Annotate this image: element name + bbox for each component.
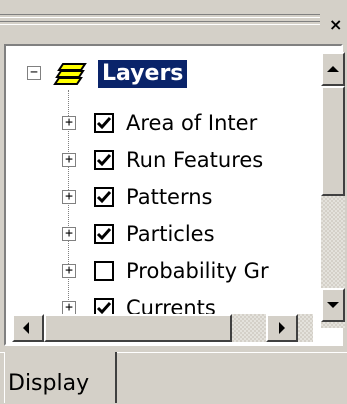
scroll-down-button[interactable]: [321, 288, 345, 322]
layers-tree-panel: − Layers + Area of Inter + Run Features + Pat…: [4, 44, 343, 346]
arrow-up-icon: [327, 66, 339, 72]
expand-icon: +: [65, 226, 73, 241]
layers-stack-icon: [51, 58, 87, 88]
checkmark-icon: [96, 228, 112, 241]
layer-label[interactable]: Area of Inter: [126, 110, 257, 136]
layer-visibility-checkbox[interactable]: [94, 187, 114, 207]
tab-display-label: Display: [8, 371, 90, 396]
expand-icon: +: [65, 115, 73, 130]
arrow-right-icon: [279, 322, 285, 334]
collapse-icon: −: [30, 65, 38, 80]
horizontal-scrollbar[interactable]: [12, 314, 313, 342]
layer-visibility-checkbox[interactable]: [94, 224, 114, 244]
layer-label[interactable]: Run Features: [126, 147, 263, 173]
layer-label[interactable]: Probability Gr: [126, 258, 269, 284]
layer-expand-toggle[interactable]: +: [62, 264, 76, 278]
checkmark-icon: [96, 154, 112, 167]
layer-label[interactable]: Particles: [126, 221, 215, 247]
scroll-right-button[interactable]: [266, 314, 298, 342]
horizontal-scroll-thumb[interactable]: [44, 314, 232, 342]
grip-line-bottom: [0, 21, 320, 25]
expand-icon: +: [65, 152, 73, 167]
vertical-scrollbar[interactable]: [321, 52, 345, 328]
expand-icon: +: [65, 189, 73, 204]
layer-expand-toggle[interactable]: +: [62, 116, 76, 130]
layer-expand-toggle[interactable]: +: [62, 301, 76, 315]
layer-expand-toggle[interactable]: +: [62, 153, 76, 167]
expand-icon: +: [65, 300, 73, 315]
layer-visibility-checkbox[interactable]: [94, 261, 114, 281]
layer-expand-toggle[interactable]: +: [62, 190, 76, 204]
checkmark-icon: [96, 117, 112, 130]
checkmark-icon: [96, 191, 112, 204]
scroll-up-button[interactable]: [321, 52, 345, 86]
layer-label[interactable]: Patterns: [126, 184, 213, 210]
grip-line-top: [0, 14, 320, 18]
layer-visibility-checkbox[interactable]: [94, 150, 114, 170]
arrow-down-icon: [327, 302, 339, 308]
layer-visibility-checkbox[interactable]: [94, 113, 114, 133]
scroll-left-button[interactable]: [12, 314, 44, 342]
root-collapse-toggle[interactable]: −: [27, 66, 41, 80]
close-icon[interactable]: ×: [329, 16, 342, 34]
panel-title-strip: ×: [0, 0, 347, 44]
layer-expand-toggle[interactable]: +: [62, 227, 76, 241]
arrow-left-icon: [23, 322, 29, 334]
vertical-scroll-thumb[interactable]: [321, 86, 345, 196]
expand-icon: +: [65, 263, 73, 278]
tree-root-label[interactable]: Layers: [98, 60, 188, 88]
